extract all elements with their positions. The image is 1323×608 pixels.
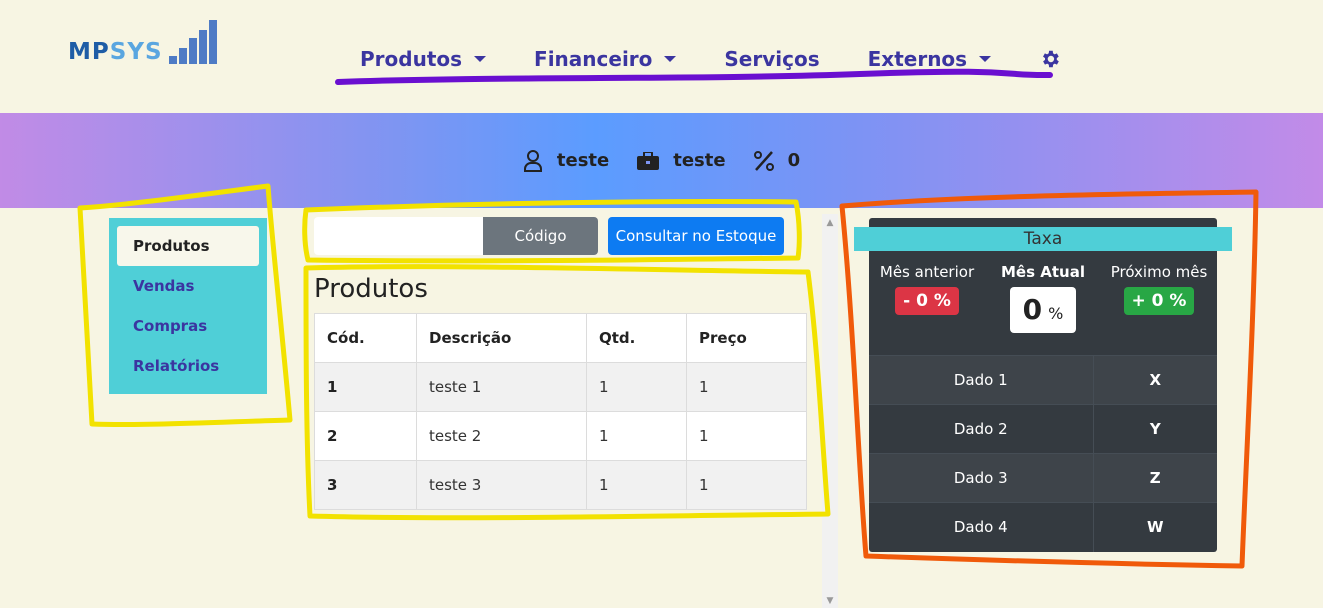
col-header: Qtd. <box>586 313 687 363</box>
info-banner: teste teste 0 <box>0 113 1323 208</box>
sidebar-item-vendas[interactable]: Vendas <box>117 266 259 306</box>
prev-month: Mês anterior - 0 % <box>877 263 977 315</box>
cell-cod: 1 <box>314 362 417 412</box>
nav-financeiro[interactable]: Financeiro <box>534 47 677 71</box>
taxa-row-label: Dado 4 <box>869 502 1093 552</box>
col-header: Preço <box>686 313 807 363</box>
consult-stock-button[interactable]: Consultar no Estoque <box>608 217 784 255</box>
scroll-down-icon[interactable]: ▼ <box>826 596 834 606</box>
current-month-label: Mês Atual <box>1001 263 1085 281</box>
percent-value: 0 <box>787 150 801 171</box>
briefcase-icon <box>637 151 660 170</box>
user-icon <box>523 149 542 172</box>
percent-icon <box>753 150 774 171</box>
cell-desc: teste 2 <box>416 411 587 461</box>
caret-down-icon <box>664 56 677 62</box>
user-info: teste <box>523 149 610 172</box>
gear-icon[interactable] <box>1039 48 1061 70</box>
code-button[interactable]: Código <box>483 217 598 255</box>
current-month-value: 0 <box>1022 293 1043 326</box>
taxa-row: Dado 1 X <box>869 355 1217 405</box>
table-row[interactable]: 3 teste 3 1 1 <box>314 460 807 510</box>
taxa-row: Dado 3 Z <box>869 453 1217 503</box>
current-month-box: 0 % <box>1010 287 1076 333</box>
current-month: Mês Atual 0 % <box>993 263 1093 333</box>
taxa-row-label: Dado 1 <box>869 355 1093 405</box>
cell-desc: teste 3 <box>416 460 587 510</box>
nav-servicos[interactable]: Serviços <box>724 47 819 71</box>
table-row[interactable]: 2 teste 2 1 1 <box>314 411 807 461</box>
taxa-row-value: Z <box>1092 453 1217 503</box>
next-month-badge: + 0 % <box>1123 287 1195 315</box>
cell-price: 1 <box>686 460 807 510</box>
taxa-row: Dado 2 Y <box>869 404 1217 454</box>
sidebar-item-compras[interactable]: Compras <box>117 306 259 346</box>
taxa-card: Taxa Mês anterior - 0 % Mês Atual 0 % Pr… <box>854 218 1232 552</box>
taxa-table: Dado 1 X Dado 2 Y Dado 3 Z Dado 4 W <box>869 355 1217 552</box>
cell-qty: 1 <box>586 362 687 412</box>
col-header: Descrição <box>416 313 587 363</box>
products-table: Cód. Descrição Qtd. Preço 1 teste 1 1 1 … <box>314 313 807 510</box>
taxa-row-value: Y <box>1092 404 1217 454</box>
prev-month-label: Mês anterior <box>879 263 975 281</box>
cell-price: 1 <box>686 362 807 412</box>
taxa-row-value: X <box>1092 355 1217 405</box>
percent-info: 0 <box>753 150 801 171</box>
scroll-up-icon[interactable]: ▲ <box>826 218 834 228</box>
nav-produtos[interactable]: Produtos <box>360 47 487 71</box>
col-header: Cód. <box>314 313 417 363</box>
cell-price: 1 <box>686 411 807 461</box>
sidebar-item-relatorios[interactable]: Relatórios <box>117 346 259 386</box>
cell-qty: 1 <box>586 460 687 510</box>
main-nav: Produtos Financeiro Serviços Externos <box>360 44 1061 74</box>
cell-qty: 1 <box>586 411 687 461</box>
logo-text: MPSYS <box>68 39 163 65</box>
products-title: Produtos <box>314 274 428 304</box>
cell-cod: 3 <box>314 460 417 510</box>
table-header-row: Cód. Descrição Qtd. Preço <box>314 313 807 363</box>
search-input[interactable] <box>314 217 484 255</box>
taxa-row-value: W <box>1092 502 1217 552</box>
cell-cod: 2 <box>314 411 417 461</box>
table-row[interactable]: 1 teste 1 1 1 <box>314 362 807 412</box>
caret-down-icon <box>474 56 487 62</box>
current-month-unit: % <box>1048 304 1064 323</box>
taxa-row: Dado 4 W <box>869 502 1217 552</box>
mpsys-logo[interactable]: MPSYS <box>68 20 217 64</box>
cell-desc: teste 1 <box>416 362 587 412</box>
company-name: teste <box>673 150 726 171</box>
next-month-label: Próximo mês <box>1110 263 1208 281</box>
company-info: teste <box>637 150 726 171</box>
scrollbar[interactable]: ▲ ▼ <box>822 214 838 608</box>
bar-chart-icon <box>168 20 217 64</box>
user-name: teste <box>556 150 610 171</box>
caret-down-icon <box>979 56 992 62</box>
taxa-row-label: Dado 3 <box>869 453 1093 503</box>
sidebar: Produtos Vendas Compras Relatórios <box>109 218 267 394</box>
taxa-row-label: Dado 2 <box>869 404 1093 454</box>
taxa-title: Taxa <box>854 227 1232 251</box>
nav-externos[interactable]: Externos <box>868 47 992 71</box>
sidebar-item-produtos[interactable]: Produtos <box>117 226 259 266</box>
prev-month-badge: - 0 % <box>895 287 959 315</box>
next-month: Próximo mês + 0 % <box>1109 263 1209 315</box>
